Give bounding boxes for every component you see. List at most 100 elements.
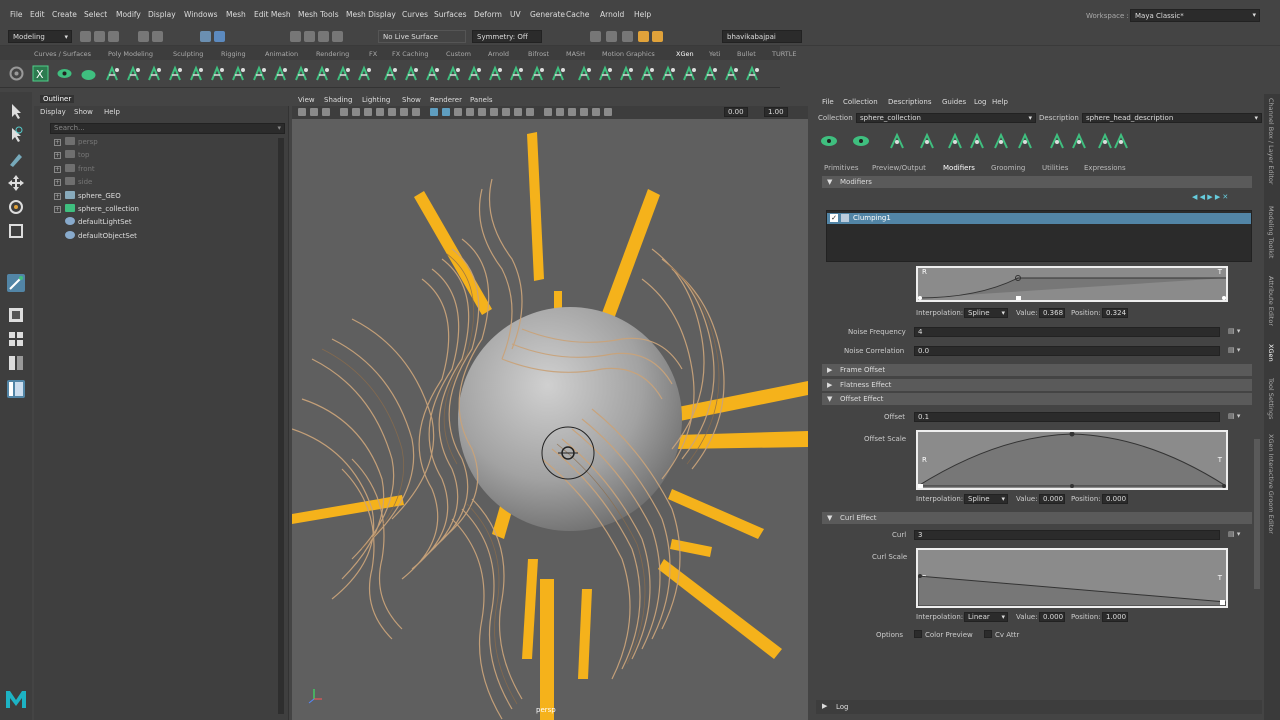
ipr-render-icon[interactable] — [606, 31, 617, 42]
checkbox-checked-icon[interactable]: ✓ — [830, 214, 838, 222]
menu-uv[interactable]: UV — [510, 10, 521, 19]
smooth-icon[interactable] — [230, 65, 247, 82]
image-plane-icon[interactable] — [322, 108, 330, 116]
shelf-tab-yeti[interactable]: Yeti — [709, 50, 720, 58]
isolate-select-icon[interactable] — [544, 108, 552, 116]
noise-icon[interactable] — [293, 65, 310, 82]
menu-edit[interactable]: Edit — [30, 10, 45, 19]
bake-icon[interactable] — [660, 65, 677, 82]
symmetry-dropdown[interactable]: Symmetry: Off — [472, 30, 542, 43]
select-guides-icon[interactable] — [529, 65, 546, 82]
outliner-item-side[interactable]: + side — [54, 176, 92, 188]
clump-icon[interactable] — [272, 65, 289, 82]
xgen-menu-guides[interactable]: Guides — [942, 98, 966, 106]
side-tab-tool-settings[interactable]: Tool Settings — [1267, 378, 1275, 419]
backface-icon[interactable] — [580, 108, 588, 116]
offset-value-field[interactable]: 0.000 — [1039, 494, 1065, 504]
ao-icon[interactable] — [502, 108, 510, 116]
textured-icon[interactable] — [466, 108, 474, 116]
viewport-menu-view[interactable]: View — [298, 96, 315, 104]
modifier-row-clumping[interactable]: ✓ Clumping1 — [827, 213, 1251, 224]
guide-bend-icon[interactable] — [188, 65, 205, 82]
offset-interp-dropdown[interactable]: Spline ▾ — [964, 494, 1008, 504]
menu-mesh-display[interactable]: Mesh Display — [346, 10, 396, 19]
delete-icon[interactable] — [681, 65, 698, 82]
outliner-menu-help[interactable]: Help — [104, 108, 120, 116]
offset-field[interactable]: 0.1 — [914, 412, 1220, 422]
move-tool-icon[interactable] — [7, 174, 25, 192]
side-tab-xgen[interactable]: XGen — [1267, 344, 1275, 362]
guide-length-icon[interactable] — [1048, 132, 1066, 150]
guide-tool-icon[interactable] — [104, 65, 121, 82]
viewport-canvas[interactable]: persp — [292, 119, 808, 720]
side-tab-channel-box-layer-editor[interactable]: Channel Box / Layer Editor — [1267, 98, 1275, 185]
flatness-effect-section[interactable]: ▶ Flatness Effect — [822, 379, 1252, 391]
menu-create[interactable]: Create — [52, 10, 77, 19]
create-description-icon[interactable] — [80, 65, 97, 82]
lasso-tool-icon[interactable] — [7, 126, 25, 144]
viewport-menu-shading[interactable]: Shading — [324, 96, 352, 104]
xgen-menu-help[interactable]: Help — [992, 98, 1008, 106]
shelf-tab-xgen[interactable]: XGen — [676, 50, 694, 58]
menu-help[interactable]: Help — [634, 10, 651, 19]
gear-icon[interactable] — [8, 65, 25, 82]
comb-icon[interactable] — [209, 65, 226, 82]
shelf-tab-curves-surfaces[interactable]: Curves / Surfaces — [34, 50, 91, 58]
wire-icon[interactable] — [723, 65, 740, 82]
menu-modify[interactable]: Modify — [116, 10, 141, 19]
outliner-scrollbar[interactable] — [278, 138, 284, 714]
clump-scale-ramp[interactable]: R T — [916, 266, 1228, 302]
outliner-menu-show[interactable]: Show — [74, 108, 93, 116]
open-scene-icon[interactable] — [94, 31, 105, 42]
grid-icon[interactable] — [340, 108, 348, 116]
expand-icon[interactable]: + — [54, 179, 61, 187]
snap-point-icon[interactable] — [318, 31, 329, 42]
shelf-tab-motion-graphics[interactable]: Motion Graphics — [602, 50, 655, 58]
xray-joints-icon[interactable] — [568, 108, 576, 116]
eye-icon[interactable] — [820, 132, 838, 150]
tab-modifiers[interactable]: Modifiers — [943, 164, 975, 172]
xgen-groom-tool-icon[interactable] — [7, 274, 25, 292]
redo-icon[interactable] — [152, 31, 163, 42]
menu-cache[interactable]: Cache — [566, 10, 589, 19]
shelf-tab-turtle[interactable]: TURTLE — [772, 50, 796, 58]
outliner-item-sphere-geo[interactable]: + sphere_GEO — [54, 190, 121, 202]
save-scene-icon[interactable] — [108, 31, 119, 42]
outliner-item-sphere-collection[interactable]: + sphere_collection — [54, 203, 139, 215]
edit-guide-icon[interactable] — [946, 132, 964, 150]
viewport-menu-panels[interactable]: Panels — [470, 96, 493, 104]
modifier-list-arrows-icon[interactable]: ◀ ◀ ▶ ▶ ✕ — [1192, 193, 1252, 203]
gate-mask-icon[interactable] — [376, 108, 384, 116]
sculpt-guide-icon[interactable] — [146, 65, 163, 82]
tab-preview-output[interactable]: Preview/Output — [872, 164, 926, 172]
expand-icon[interactable]: + — [54, 139, 61, 146]
offset-pos-field[interactable]: 0.000 — [1102, 494, 1128, 504]
create-description-icon[interactable] — [852, 132, 870, 150]
mirror-icon[interactable] — [550, 65, 567, 82]
outliner-layout-icon[interactable] — [7, 380, 25, 398]
two-pane-layout-icon[interactable] — [7, 354, 25, 372]
color-preview-checkbox[interactable] — [914, 630, 922, 638]
expression-menu-icon[interactable]: ▤ ▾ — [1228, 346, 1240, 354]
ramp1-pos-field[interactable]: 0.324 — [1102, 308, 1128, 318]
shelf-tab-rendering[interactable]: Rendering — [316, 50, 349, 58]
snap-grid-icon[interactable] — [290, 31, 301, 42]
four-pane-layout-icon[interactable] — [7, 330, 25, 348]
preview-icon[interactable] — [639, 65, 656, 82]
viewport-menu-renderer[interactable]: Renderer — [430, 96, 462, 104]
expand-icon[interactable]: + — [54, 165, 61, 173]
noise-frequency-field[interactable]: 4 — [914, 327, 1220, 337]
gamma-icon[interactable] — [604, 108, 612, 116]
pose-icon[interactable] — [487, 65, 504, 82]
xgen-scrollbar[interactable] — [1254, 439, 1260, 589]
menu-file[interactable]: File — [10, 10, 23, 19]
curl-interp-dropdown[interactable]: Linear ▾ — [964, 612, 1008, 622]
exposure-icon[interactable] — [592, 108, 600, 116]
select-guide-icon[interactable] — [992, 132, 1010, 150]
field-chart-icon[interactable] — [388, 108, 396, 116]
menu-display[interactable]: Display — [148, 10, 176, 19]
curl-scale-ramp[interactable]: R T — [916, 548, 1228, 608]
wireframe-icon[interactable] — [430, 108, 438, 116]
move-guide-icon[interactable] — [968, 132, 986, 150]
width-icon[interactable] — [424, 65, 441, 82]
